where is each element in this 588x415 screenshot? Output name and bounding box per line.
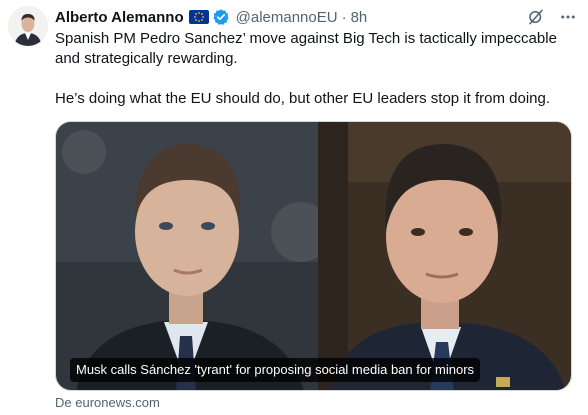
card-image: [56, 122, 571, 390]
tweet-text: Spanish PM Pedro Sanchez’ move against B…: [55, 29, 580, 109]
author-name[interactable]: Alberto Alemanno: [55, 9, 184, 26]
grok-icon[interactable]: [526, 7, 546, 27]
avatar-image: [8, 6, 48, 46]
tweet-timestamp[interactable]: 8h: [351, 9, 368, 26]
card-caption: Musk calls Sánchez 'tyrant' for proposin…: [70, 358, 481, 382]
more-icon[interactable]: [558, 7, 578, 27]
tweet-header: Alberto Alemanno @alemannoEU · 8h: [55, 6, 578, 28]
link-card[interactable]: Musk calls Sánchez 'tyrant' for proposin…: [55, 121, 572, 391]
tweet-paragraph: Spanish PM Pedro Sanchez’ move against B…: [55, 30, 557, 67]
card-source[interactable]: De euronews.com: [55, 395, 160, 410]
verified-badge-icon[interactable]: [212, 8, 230, 26]
eu-flag-icon: [188, 10, 209, 24]
tweet-paragraph: He’s doing what the EU should do, but ot…: [55, 90, 551, 107]
avatar[interactable]: [8, 6, 48, 46]
author-handle[interactable]: @alemannoEU: [236, 9, 338, 26]
separator-dot: ·: [341, 8, 347, 26]
